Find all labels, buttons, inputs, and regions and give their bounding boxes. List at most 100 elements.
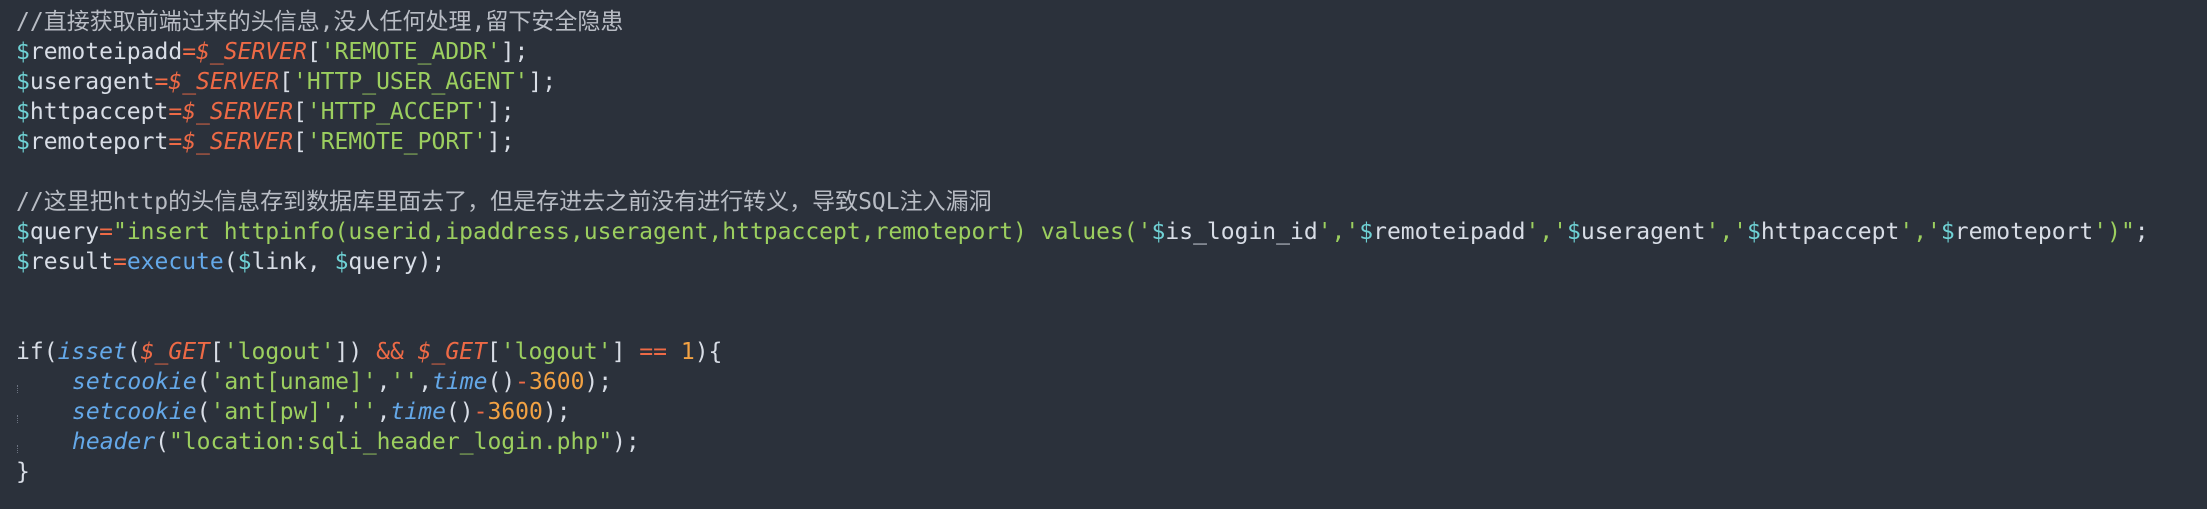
code-token-var: $	[1747, 219, 1761, 245]
code-line: header("location:sqli_header_login.php")…	[16, 427, 2207, 457]
code-token-default: query);	[348, 249, 446, 275]
code-token-num: 1	[680, 339, 695, 365]
code-line: setcookie('ant[pw]','',time()-3600);	[16, 397, 2207, 427]
code-token-op: =	[154, 69, 169, 95]
code-token-default: ()	[445, 399, 474, 425]
code-token-var: $	[1940, 219, 1955, 245]
code-token-var: $	[16, 129, 30, 155]
code-token-var: $	[1566, 219, 1581, 245]
code-line: //直接获取前端过来的头信息,没人任何处理,留下安全隐患	[16, 7, 2207, 37]
code-line: }	[16, 457, 2207, 487]
code-token-default: result	[29, 249, 113, 275]
code-token-op: =	[182, 39, 197, 65]
code-token-default: httpaccept	[29, 99, 169, 125]
code-token-default	[404, 339, 418, 365]
code-token-default: query	[29, 219, 100, 245]
code-token-var: $	[334, 249, 349, 275]
code-token-default: (	[155, 429, 169, 455]
code-token-default: [	[306, 39, 321, 65]
code-token-func: time	[432, 369, 488, 395]
code-token-var: $	[237, 249, 252, 275]
code-token-default: );	[612, 429, 640, 455]
code-token-default: ,	[418, 369, 433, 395]
code-token-var: $	[16, 69, 30, 95]
code-token-default: (	[223, 249, 238, 275]
code-token-default: [	[292, 129, 307, 155]
code-token-default: }	[16, 459, 30, 485]
code-token-var: $	[16, 39, 30, 65]
code-line: $query="insert httpinfo(userid,ipaddress…	[16, 217, 2207, 247]
code-token-default: ]	[611, 339, 640, 365]
code-token-str: ','	[1705, 219, 1748, 245]
code-token-default: ,	[376, 369, 391, 395]
code-token-var: $	[16, 249, 30, 275]
code-line: $useragent=$_SERVER['HTTP_USER_AGENT'];	[16, 67, 2207, 97]
code-token-str: 'ant[pw]'	[210, 399, 336, 425]
code-token-str: ''	[390, 369, 419, 395]
code-token-str: 'HTTP_USER_AGENT'	[292, 69, 529, 95]
code-token-default: ()	[487, 369, 516, 395]
code-token-default: is_login_id	[1165, 219, 1318, 245]
code-token-default: remoteport	[1954, 219, 2094, 245]
code-editor[interactable]: //直接获取前端过来的头信息,没人任何处理,留下安全隐患 $remoteipadd…	[0, 0, 2207, 509]
code-line: setcookie('ant[uname]','',time()-3600);	[16, 367, 2207, 397]
code-token-var: $	[1359, 219, 1374, 245]
code-token-func: header	[72, 429, 156, 455]
code-token-comment: //这里把http的头信息存到数据库里面去了，但是存进去之前没有进行转义，导致S…	[16, 189, 992, 215]
code-token-super: $_SERVER	[168, 69, 280, 95]
code-token-default: ];	[486, 99, 515, 125]
code-line: if(isset($_GET['logout']) && $_GET['logo…	[16, 337, 2207, 367]
code-token-default: ,	[335, 399, 349, 425]
code-token-num: 3600	[487, 399, 543, 425]
code-token-funcplain: execute	[126, 249, 224, 275]
code-token-super: $_SERVER	[182, 129, 293, 155]
code-token-default: remoteport	[29, 129, 169, 155]
code-token-default: ];	[500, 39, 529, 65]
code-token-str: ','	[1317, 219, 1360, 245]
code-token-keyword: if	[16, 339, 44, 365]
code-token-default: ;	[2134, 219, 2149, 245]
code-token-default: link,	[251, 249, 335, 275]
code-token-default: (	[196, 399, 211, 425]
code-line: $remoteipadd=$_SERVER['REMOTE_ADDR'];	[16, 37, 2207, 67]
code-token-default: ,	[376, 399, 391, 425]
code-token-op: ==	[639, 339, 667, 365]
code-token-str: 'ant[uname]'	[210, 369, 377, 395]
code-token-default: [	[486, 339, 501, 365]
code-token-default: ];	[486, 129, 515, 155]
code-token-op: -	[515, 369, 530, 395]
code-token-default: remoteipadd	[29, 39, 183, 65]
code-token-default: [	[209, 339, 224, 365]
code-token-str: ','	[1525, 219, 1567, 245]
code-token-super: $_SERVER	[182, 99, 293, 125]
code-token-op: =	[168, 99, 183, 125]
code-token-str: "location:sqli_header_login.php"	[168, 429, 613, 455]
code-token-default: (	[196, 369, 211, 395]
code-token-default: useragent	[1580, 219, 1706, 245]
code-line: $result=execute($link, $query);	[16, 247, 2207, 277]
code-token-default: (	[43, 339, 58, 365]
code-line: $httpaccept=$_SERVER['HTTP_ACCEPT'];	[16, 97, 2207, 127]
code-token-str: ','	[1899, 219, 1941, 245]
code-token-str: 'logout'	[223, 339, 335, 365]
code-token-default: ){	[694, 339, 723, 365]
code-token-op: &&	[376, 339, 404, 365]
code-token-str: "insert httpinfo(userid,ipaddress,userag…	[112, 219, 1152, 245]
code-line: $remoteport=$_SERVER['REMOTE_PORT'];	[16, 127, 2207, 157]
code-token-default	[667, 339, 681, 365]
code-token-func: setcookie	[72, 369, 197, 395]
code-token-default: ])	[334, 339, 377, 365]
code-token-default: [	[279, 69, 293, 95]
code-line: //这里把http的头信息存到数据库里面去了，但是存进去之前没有进行转义，导致S…	[16, 187, 2207, 217]
code-token-op: =	[168, 129, 183, 155]
code-token-func: setcookie	[72, 399, 197, 425]
code-token-str: ''	[348, 399, 377, 425]
code-token-default: );	[584, 369, 613, 395]
code-token-str: 'REMOTE_PORT'	[306, 129, 487, 155]
code-token-func: isset	[57, 339, 127, 365]
code-token-default: httpaccept	[1760, 219, 1900, 245]
code-token-default: ];	[528, 69, 557, 95]
